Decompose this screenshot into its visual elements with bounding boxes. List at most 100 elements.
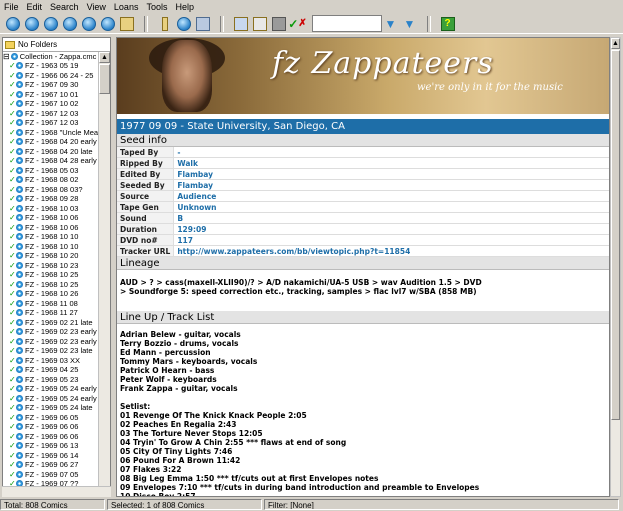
disc-icon <box>16 432 23 440</box>
tree-item[interactable]: ✓ FZ - 1967 10 02 <box>3 99 100 109</box>
detail-pane: fz Zappateers we're only in it for the m… <box>116 37 610 497</box>
collection-tree[interactable]: ⊟ Collection - Zappa.cmc ✓ FZ - 1963 05 1… <box>3 52 100 496</box>
tree-hscrollbar[interactable] <box>2 486 111 497</box>
tree-item-label: FZ - 1968 10 06 <box>25 222 79 232</box>
tree-item[interactable]: ✓ FZ - 1969 06 05 <box>3 413 100 423</box>
tree-item[interactable]: ✓ FZ - 1968 "Uncle Meat" <box>3 128 100 138</box>
tree-root[interactable]: ⊟ Collection - Zappa.cmc <box>3 52 100 61</box>
menu-tools[interactable]: Tools <box>142 2 171 12</box>
tracker-url-link[interactable]: http://www.zappateers.com/bb/viewtopic.p… <box>173 245 609 257</box>
seed-info-row: Source Audience <box>117 190 609 202</box>
tree-item[interactable]: ✓ FZ - 1969 06 06 <box>3 422 100 432</box>
menu-loans[interactable]: Loans <box>110 2 143 12</box>
toolbar-filter-icon[interactable]: ▼ <box>382 15 399 32</box>
tree-item[interactable]: ✓ FZ - 1968 10 03 <box>3 204 100 214</box>
tree-item[interactable]: ✓ FZ - 1968 04 20 late <box>3 147 100 157</box>
tree-item[interactable]: ✓ FZ - 1968 05 03 <box>3 166 100 176</box>
toolbar-help-icon[interactable]: ? <box>439 15 456 32</box>
toolbar-filter-clear-icon[interactable]: ▼ <box>401 15 418 32</box>
disc-icon <box>16 81 23 89</box>
toolbar-edit-pencil-icon[interactable] <box>232 15 249 32</box>
zappateers-banner: fz Zappateers we're only in it for the m… <box>117 38 609 114</box>
tree-item[interactable]: ✓ FZ - 1968 10 10 <box>3 232 100 242</box>
show-title: 1977 09 09 - State University, San Diego… <box>117 119 609 134</box>
toolbar-notes-icon[interactable] <box>118 15 135 32</box>
toolbar-open-icon[interactable] <box>23 15 40 32</box>
tree-item[interactable]: ✓ FZ - 1966 06 24 - 25 <box>3 71 100 81</box>
disc-icon <box>16 290 23 298</box>
toolbar-browse-icon[interactable] <box>175 15 192 32</box>
status-filter: Filter: [None] <box>264 499 619 510</box>
check-icon: ✓ <box>9 89 16 99</box>
check-icon: ✓ <box>9 441 16 450</box>
toolbar-list-icon[interactable] <box>156 15 173 32</box>
menu-search[interactable]: Search <box>46 2 83 12</box>
tree-item[interactable]: ✓ FZ - 1969 05 23 <box>3 375 100 385</box>
tree-item[interactable]: ✓ FZ - 1969 05 24 early <box>3 384 100 394</box>
tree-item[interactable]: ✓ FZ - 1968 10 25 <box>3 280 100 290</box>
tree-item[interactable]: ✓ FZ - 1968 10 06 <box>3 223 100 233</box>
tree-item[interactable]: ✓ FZ - 1967 09 30 <box>3 80 100 90</box>
disc-icon <box>16 451 23 459</box>
tree-item[interactable]: ✓ FZ - 1968 08 02 <box>3 175 100 185</box>
tree-item[interactable]: ✓ FZ - 1969 05 24 early <box>3 394 100 404</box>
tree-item[interactable]: ✓ FZ - 1968 10 26 <box>3 289 100 299</box>
tree-item[interactable]: ✓ FZ - 1968 11 27 <box>3 308 100 318</box>
menu-edit[interactable]: Edit <box>23 2 47 12</box>
toolbar-new-icon[interactable] <box>4 15 21 32</box>
tree-item[interactable]: ✓ FZ - 1969 02 23 early <box>3 327 100 337</box>
seed-info-key: Tape Gen <box>117 201 175 213</box>
tree-item[interactable]: ✓ FZ - 1968 10 20 <box>3 251 100 261</box>
toolbar-add-icon[interactable] <box>42 15 59 32</box>
tree-item[interactable]: ✓ FZ - 1969 04 25 <box>3 365 100 375</box>
tree-item[interactable]: ✓ FZ - 1968 04 28 early <box>3 156 100 166</box>
check-icon: ✓ <box>9 403 16 412</box>
tree-item[interactable]: ✓ FZ - 1968 09 28 <box>3 194 100 204</box>
scroll-up-icon[interactable]: ▲ <box>99 52 110 63</box>
toolbar-sort-icon[interactable] <box>251 15 268 32</box>
folder-header[interactable]: No Folders <box>3 38 110 52</box>
toolbar-search-input[interactable] <box>312 15 382 32</box>
tree-item[interactable]: ✓ FZ - 1969 06 06 <box>3 432 100 442</box>
tree-item[interactable]: ✓ FZ - 1969 02 21 late <box>3 318 100 328</box>
toolbar-loan-icon[interactable] <box>99 15 116 32</box>
menu-view[interactable]: View <box>83 2 110 12</box>
check-icon: ✓ <box>9 213 16 222</box>
tree-item[interactable]: ✓ FZ - 1968 04 20 early <box>3 137 100 147</box>
tree-item[interactable]: ✓ FZ - 1963 05 19 <box>3 61 100 71</box>
tree-item[interactable]: ✓ FZ - 1969 02 23 late <box>3 346 100 356</box>
tree-item[interactable]: ✓ FZ - 1968 10 10 <box>3 242 100 252</box>
toolbar-edit-icon[interactable] <box>61 15 78 32</box>
tree-item[interactable]: ✓ FZ - 1969 06 14 <box>3 451 100 461</box>
tree-item[interactable]: ✓ FZ - 1967 10 01 <box>3 90 100 100</box>
tree-item[interactable]: ✓ FZ - 1969 02 23 early <box>3 337 100 347</box>
toolbar-delete-icon[interactable] <box>80 15 97 32</box>
tree-item[interactable]: ✓ FZ - 1968 10 23 <box>3 261 100 271</box>
toolbar-check-icon[interactable]: ✓ ✗ <box>288 15 306 32</box>
tree-item-label: FZ - 1968 04 28 early <box>25 156 97 165</box>
tree-item[interactable]: ✓ FZ - 1967 12 03 <box>3 118 100 128</box>
check-icon: ✓ <box>9 108 16 118</box>
tree-item[interactable]: ✓ FZ - 1969 05 24 late <box>3 403 100 413</box>
tree-item-label: FZ - 1969 05 24 early <box>25 384 97 393</box>
toolbar-book-icon[interactable] <box>194 15 211 32</box>
menu-file[interactable]: File <box>0 2 23 12</box>
musician-line: Adrian Belew - guitar, vocals <box>120 330 241 339</box>
setlist-label: Setlist: <box>120 402 151 411</box>
tree-item[interactable]: ✓ FZ - 1968 08 03? <box>3 185 100 195</box>
tree-item[interactable]: ✓ FZ - 1968 10 06 <box>3 213 100 223</box>
tree-item[interactable]: ✓ FZ - 1967 12 03 <box>3 109 100 119</box>
scroll-up-icon[interactable]: ▲ <box>611 38 620 49</box>
detail-scrollbar[interactable]: ▲ <box>610 37 621 497</box>
tree-item[interactable]: ✓ FZ - 1969 03 XX <box>3 356 100 366</box>
tree-scroll-thumb[interactable] <box>99 64 110 94</box>
tree-scrollbar[interactable]: ▲ <box>98 52 110 496</box>
tree-item[interactable]: ✓ FZ - 1968 11 08 <box>3 299 100 309</box>
menu-help[interactable]: Help <box>171 2 198 12</box>
tree-item[interactable]: ✓ FZ - 1969 07 05 <box>3 470 100 480</box>
tree-item[interactable]: ✓ FZ - 1968 10 25 <box>3 270 100 280</box>
tree-item[interactable]: ✓ FZ - 1969 06 13 <box>3 441 100 451</box>
tree-item[interactable]: ✓ FZ - 1969 06 27 <box>3 460 100 470</box>
detail-scroll-thumb[interactable] <box>611 50 620 420</box>
toolbar-print-icon[interactable] <box>270 15 287 32</box>
